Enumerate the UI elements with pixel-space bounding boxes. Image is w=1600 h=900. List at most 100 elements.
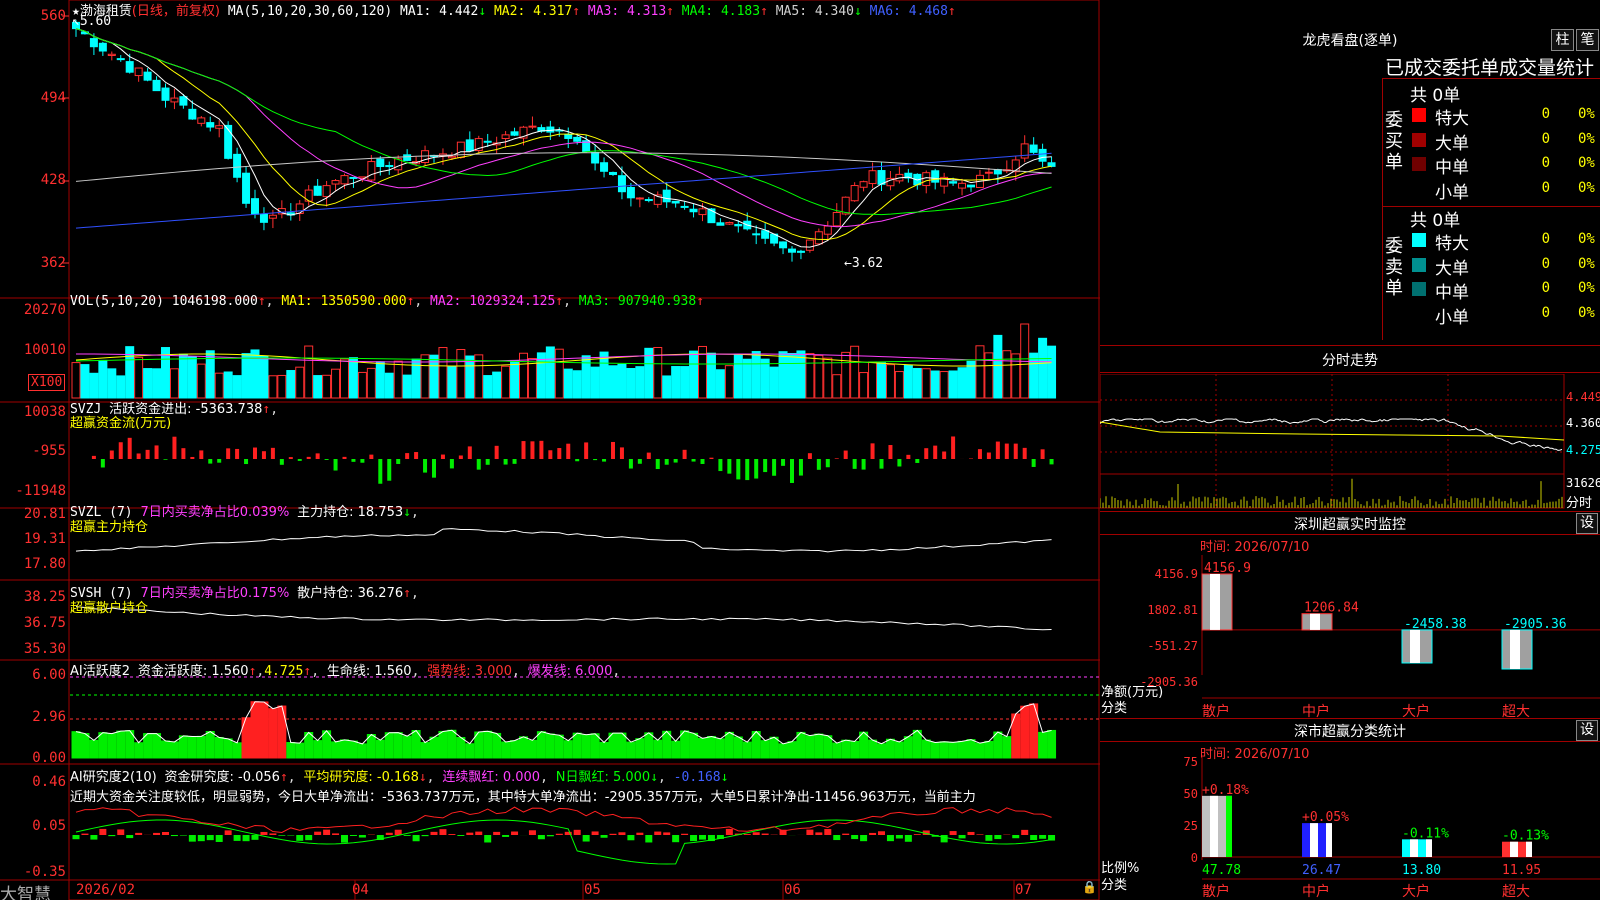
- buy-total: 共 0单: [1410, 86, 1461, 106]
- activity-bar: [232, 742, 242, 759]
- volume-bar: [196, 363, 206, 399]
- vol-axis-label: 10010: [23, 342, 66, 358]
- research-bar: [949, 831, 957, 835]
- research-bar: [1030, 835, 1038, 840]
- volume-bar: [1038, 337, 1048, 399]
- research-bar: [117, 829, 125, 835]
- classify-bars: +0.18% 47.78 散户 +0.05% 26.47 中户 -0.11% 13.80 大户 -…: [1202, 783, 1549, 900]
- candle-body: [967, 184, 975, 188]
- ma2-line: [75, 28, 1052, 240]
- vol-unit-badge[interactable]: X100: [28, 374, 66, 391]
- fund-flow-bar: [646, 452, 651, 459]
- classify-settings-button[interactable]: 设: [1576, 720, 1598, 741]
- classify-bar-highlight: [1410, 839, 1418, 857]
- bar-mode-button[interactable]: 柱: [1551, 29, 1574, 51]
- fund-flow-bar: [288, 457, 293, 459]
- fund-flow-bar: [718, 459, 723, 472]
- volume-bar: [465, 355, 475, 399]
- activity-bar: [169, 741, 179, 759]
- fund-flow-bar: [548, 450, 553, 459]
- svzl-axis-label: 19.31: [23, 531, 66, 547]
- fund-flow-bar: [244, 459, 249, 465]
- volume-bar: [608, 365, 618, 399]
- research-bar: [448, 834, 456, 835]
- fund-flow-bar: [253, 447, 257, 459]
- activity-bar: [447, 729, 457, 759]
- research-bar: [269, 833, 277, 835]
- volume-bar: [80, 364, 90, 399]
- research-bar: [296, 835, 304, 841]
- legend-swatch: [1412, 233, 1426, 247]
- research-bar: [153, 832, 161, 835]
- fund-flow-bar: [440, 454, 445, 459]
- fund-flow-bar: [261, 451, 266, 459]
- fund-flow-bar: [700, 459, 705, 464]
- lock-icon[interactable]: 🔒: [1082, 880, 1097, 894]
- research-bar: [170, 835, 178, 837]
- activity-bar: [331, 741, 341, 759]
- research-bar: [412, 835, 420, 842]
- fund-flow-bar: [127, 437, 132, 459]
- candlesticks[interactable]: [72, 20, 1056, 262]
- candle-body: [734, 223, 743, 227]
- research-bar: [1021, 829, 1029, 835]
- svzj-axis-label: -11948: [15, 483, 66, 499]
- research-bars[interactable]: [72, 828, 1056, 843]
- volume-bar: [438, 347, 448, 399]
- volume-bar: [1002, 350, 1012, 399]
- volume-bar: [357, 371, 367, 399]
- activity-bar: [885, 738, 895, 759]
- fund-flow-bar: [279, 459, 284, 465]
- research-bar: [197, 835, 205, 842]
- candle-body: [447, 155, 456, 159]
- candle-body: [134, 67, 143, 77]
- tick-mode-button[interactable]: 笔: [1576, 29, 1599, 51]
- chart-mode[interactable]: (日线，前复权): [132, 4, 220, 19]
- candle-body: [788, 248, 796, 253]
- research-bar: [349, 835, 357, 836]
- volume-bar: [232, 375, 242, 399]
- legend-swatch: [1412, 157, 1426, 171]
- activity-bar: [921, 739, 931, 759]
- monitor-chart[interactable]: 4156.9散户1206.84中户-2458.38大户-2905.36超大: [1100, 535, 1600, 720]
- activity-bar: [536, 731, 546, 759]
- research-bar: [215, 835, 223, 842]
- ma-values: MA1: 4.442↓ MA2: 4.317↑ MA3: 4.313↑ MA4:…: [400, 4, 956, 19]
- fund-flow-bar: [539, 440, 544, 459]
- order-count: 0: [1541, 304, 1550, 321]
- research-bar: [913, 834, 921, 835]
- classify-value-label: 47.78: [1202, 863, 1241, 878]
- fund-flow-bar: [977, 449, 982, 459]
- research-bar: [511, 831, 519, 835]
- activity-bar: [340, 739, 349, 759]
- activity-bar: [519, 736, 528, 759]
- intraday-chart[interactable]: [1100, 374, 1600, 510]
- fund-flow-bar: [396, 459, 401, 464]
- candle-body: [161, 87, 170, 101]
- fund-flow-bar: [387, 459, 392, 481]
- monitor-xlabel: 分类: [1101, 701, 1128, 716]
- monitor-settings-button[interactable]: 设: [1576, 513, 1598, 534]
- candle-body: [152, 79, 161, 92]
- research-bar: [546, 835, 554, 837]
- fund-flow-bar: [879, 459, 884, 469]
- volume-bar: [241, 353, 251, 399]
- candle-body: [268, 214, 277, 219]
- fund-flow-bar: [208, 459, 213, 464]
- activity-bar: [715, 738, 725, 759]
- activity-bar: [975, 742, 985, 759]
- candle-body: [796, 250, 805, 253]
- fund-flow-bar: [897, 459, 902, 467]
- fund-flow-bars[interactable]: [91, 436, 1054, 484]
- volume-bar: [751, 351, 761, 399]
- classify-axis-label: 0: [1190, 851, 1198, 865]
- activity-bar: [724, 731, 734, 759]
- main-chart-svg[interactable]: [0, 0, 1100, 900]
- ai-research-axis-label: 0.05: [32, 818, 66, 834]
- candle-body: [626, 186, 635, 199]
- fund-flow-bar: [664, 459, 669, 465]
- fund-flow-bar: [834, 458, 839, 459]
- fund-flow-bar: [297, 459, 302, 461]
- fund-flow-bar: [163, 459, 168, 460]
- activity-bars[interactable]: [71, 701, 1057, 759]
